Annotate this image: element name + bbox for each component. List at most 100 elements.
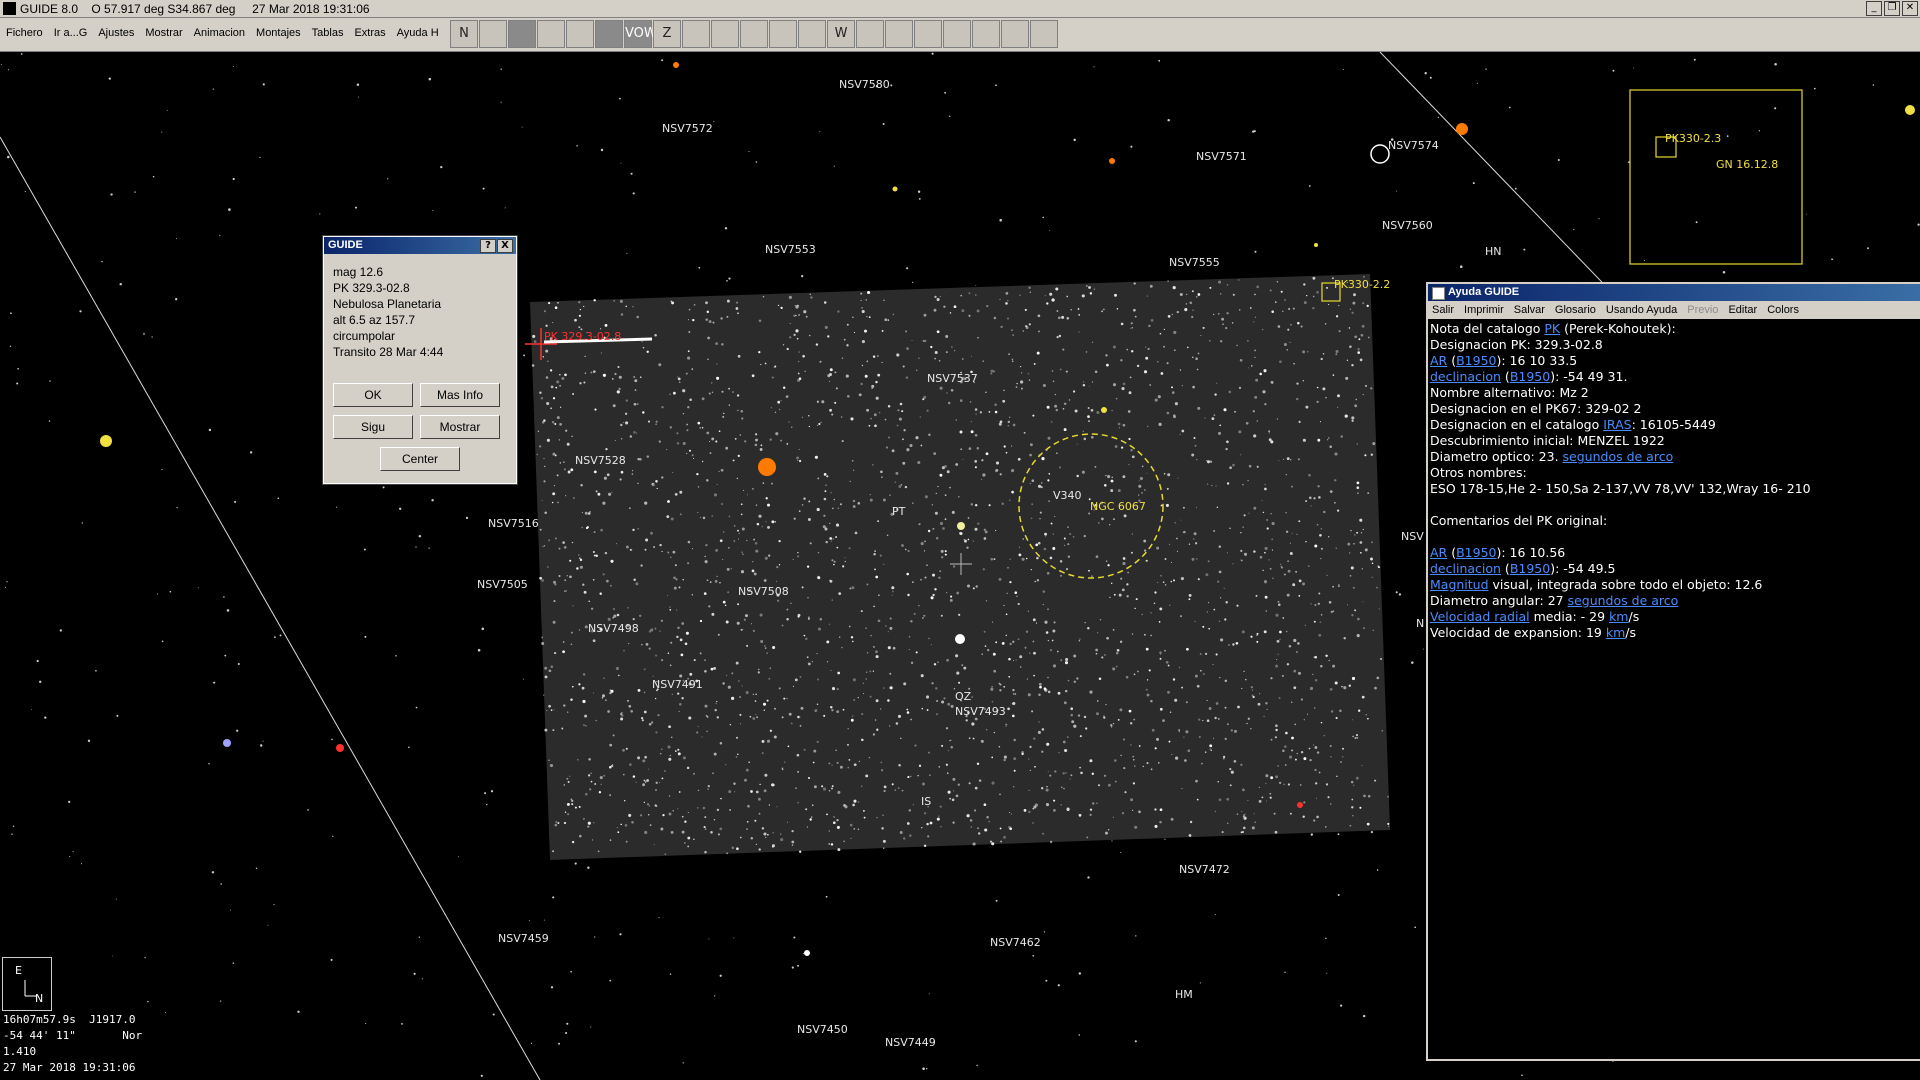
toolbar-button[interactable] bbox=[566, 20, 594, 48]
restore-button[interactable]: ❐ bbox=[1884, 1, 1900, 16]
inset-gn-label[interactable]: GN 16.12.8 bbox=[1716, 158, 1778, 171]
toolbar-button[interactable] bbox=[856, 20, 884, 48]
help-link[interactable]: AR bbox=[1430, 545, 1447, 560]
help-link[interactable]: declinacion bbox=[1430, 369, 1501, 384]
star-label[interactable]: NSV7553 bbox=[765, 243, 816, 256]
help-link[interactable]: B1950 bbox=[1510, 369, 1550, 384]
ok-button[interactable]: OK bbox=[333, 383, 413, 407]
star-label[interactable]: QZ bbox=[955, 690, 971, 703]
toolbar-button[interactable] bbox=[1001, 20, 1029, 48]
image-star bbox=[1070, 707, 1074, 711]
show-button[interactable]: Mostrar bbox=[420, 415, 500, 439]
star-label[interactable]: NSV7555 bbox=[1169, 256, 1220, 269]
next-button[interactable]: Sigu bbox=[333, 415, 413, 439]
star-label[interactable]: NSV7516 bbox=[488, 517, 539, 530]
help-menu-item[interactable]: Salvar bbox=[1514, 301, 1545, 319]
star-label[interactable]: V340 bbox=[1053, 489, 1082, 502]
toolbar-button[interactable]: VOW bbox=[624, 20, 657, 48]
center-button[interactable]: Center bbox=[380, 447, 460, 471]
menu-item[interactable]: Fichero bbox=[6, 27, 43, 39]
help-link[interactable]: km bbox=[1609, 609, 1628, 624]
toolbar-button[interactable] bbox=[943, 20, 971, 48]
toolbar-button[interactable]: W bbox=[827, 20, 855, 48]
menu-item[interactable]: Montajes bbox=[256, 27, 301, 39]
toolbar-button[interactable] bbox=[537, 20, 565, 48]
toolbar-button[interactable] bbox=[798, 20, 826, 48]
help-button[interactable]: ? bbox=[480, 239, 496, 253]
toolbar-button[interactable] bbox=[885, 20, 913, 48]
star-label[interactable]: NSV7493 bbox=[955, 705, 1006, 718]
help-link[interactable]: declinacion bbox=[1430, 561, 1501, 576]
toolbar-button[interactable] bbox=[508, 20, 536, 48]
star-label[interactable]: NSV7449 bbox=[885, 1036, 936, 1049]
help-menu-item[interactable]: Salir bbox=[1432, 301, 1454, 319]
help-link[interactable]: Magnitud bbox=[1430, 577, 1489, 592]
star-label[interactable]: HN bbox=[1485, 245, 1502, 258]
help-menu-item[interactable]: Editar bbox=[1728, 301, 1757, 319]
toolbar-button[interactable] bbox=[479, 20, 507, 48]
star-label[interactable]: PT bbox=[892, 505, 905, 518]
toolbar-button[interactable]: Z bbox=[653, 20, 681, 48]
help-menu-item[interactable]: Imprimir bbox=[1464, 301, 1504, 319]
help-menu-item[interactable]: Glosario bbox=[1555, 301, 1596, 319]
help-link[interactable]: segundos de arco bbox=[1563, 449, 1674, 464]
help-link[interactable]: B1950 bbox=[1456, 545, 1496, 560]
toolbar-button[interactable] bbox=[740, 20, 768, 48]
help-menu-item[interactable]: Previo bbox=[1687, 301, 1718, 319]
more-info-button[interactable]: Mas Info bbox=[420, 383, 500, 407]
help-link[interactable]: segundos de arco bbox=[1568, 593, 1679, 608]
star-label[interactable]: NSV7571 bbox=[1196, 150, 1247, 163]
menu-item[interactable]: Ir a...G bbox=[54, 27, 88, 39]
star-label[interactable]: NSV7450 bbox=[797, 1023, 848, 1036]
help-link[interactable]: Velocidad radial bbox=[1430, 609, 1530, 624]
help-link[interactable]: B1950 bbox=[1456, 353, 1496, 368]
toolbar-button[interactable] bbox=[972, 20, 1000, 48]
cluster-label[interactable]: NGC 6067 bbox=[1090, 500, 1146, 513]
star-label[interactable]: NSV bbox=[1401, 530, 1424, 543]
star-label[interactable]: HM bbox=[1175, 988, 1193, 1001]
help-link[interactable]: PK bbox=[1544, 321, 1560, 336]
toolbar-button[interactable] bbox=[769, 20, 797, 48]
help-link[interactable]: IRAS bbox=[1603, 417, 1631, 432]
star-label[interactable]: NSV7560 bbox=[1382, 219, 1433, 232]
toolbar-button[interactable] bbox=[595, 20, 623, 48]
star-label[interactable]: N bbox=[1416, 617, 1424, 630]
star-label[interactable]: NSV7528 bbox=[575, 454, 626, 467]
menu-item[interactable]: Ayuda H bbox=[397, 27, 439, 39]
star-label[interactable]: NSV7572 bbox=[662, 122, 713, 135]
star-label[interactable]: NSV7491 bbox=[652, 678, 703, 691]
close-button[interactable]: ✕ bbox=[1902, 1, 1918, 16]
menu-item[interactable]: Mostrar bbox=[145, 27, 182, 39]
star-label[interactable]: NSV7459 bbox=[498, 932, 549, 945]
toolbar-button[interactable] bbox=[711, 20, 739, 48]
star-label[interactable]: NSV7508 bbox=[738, 585, 789, 598]
planetary-nebula-label[interactable]: PK330-2.2 bbox=[1334, 278, 1390, 291]
help-menu-item[interactable]: Usando Ayuda bbox=[1606, 301, 1677, 319]
menu-item[interactable]: Extras bbox=[354, 27, 385, 39]
close-icon[interactable]: X bbox=[497, 239, 513, 253]
minimize-button[interactable]: _ bbox=[1866, 1, 1882, 16]
image-star bbox=[1001, 641, 1005, 645]
menu-item[interactable]: Tablas bbox=[312, 27, 344, 39]
toolbar-button[interactable] bbox=[1030, 20, 1058, 48]
star-label[interactable]: NSV7472 bbox=[1179, 863, 1230, 876]
toolbar-button[interactable] bbox=[914, 20, 942, 48]
star-label[interactable]: NSV7580 bbox=[839, 78, 890, 91]
star-label[interactable]: NSV7574 bbox=[1388, 139, 1439, 152]
star-label[interactable]: NSV7537 bbox=[927, 372, 978, 385]
inset-pk-label[interactable]: PK330-2.3 bbox=[1665, 132, 1721, 145]
star-label[interactable]: IS bbox=[921, 795, 931, 808]
toolbar-button[interactable] bbox=[682, 20, 710, 48]
star-label[interactable]: NSV7462 bbox=[990, 936, 1041, 949]
star-label[interactable]: NSV7505 bbox=[477, 578, 528, 591]
star-label[interactable]: NSV7498 bbox=[588, 622, 639, 635]
menu-item[interactable]: Animacion bbox=[194, 27, 245, 39]
image-star bbox=[1036, 351, 1040, 355]
target-label[interactable]: PK 329.3-02.8 bbox=[544, 330, 621, 343]
help-link[interactable]: B1950 bbox=[1510, 561, 1550, 576]
help-link[interactable]: km bbox=[1606, 625, 1625, 640]
help-link[interactable]: AR bbox=[1430, 353, 1447, 368]
toolbar-button[interactable]: N bbox=[450, 20, 478, 48]
menu-item[interactable]: Ajustes bbox=[98, 27, 134, 39]
help-menu-item[interactable]: Colors bbox=[1767, 301, 1799, 319]
